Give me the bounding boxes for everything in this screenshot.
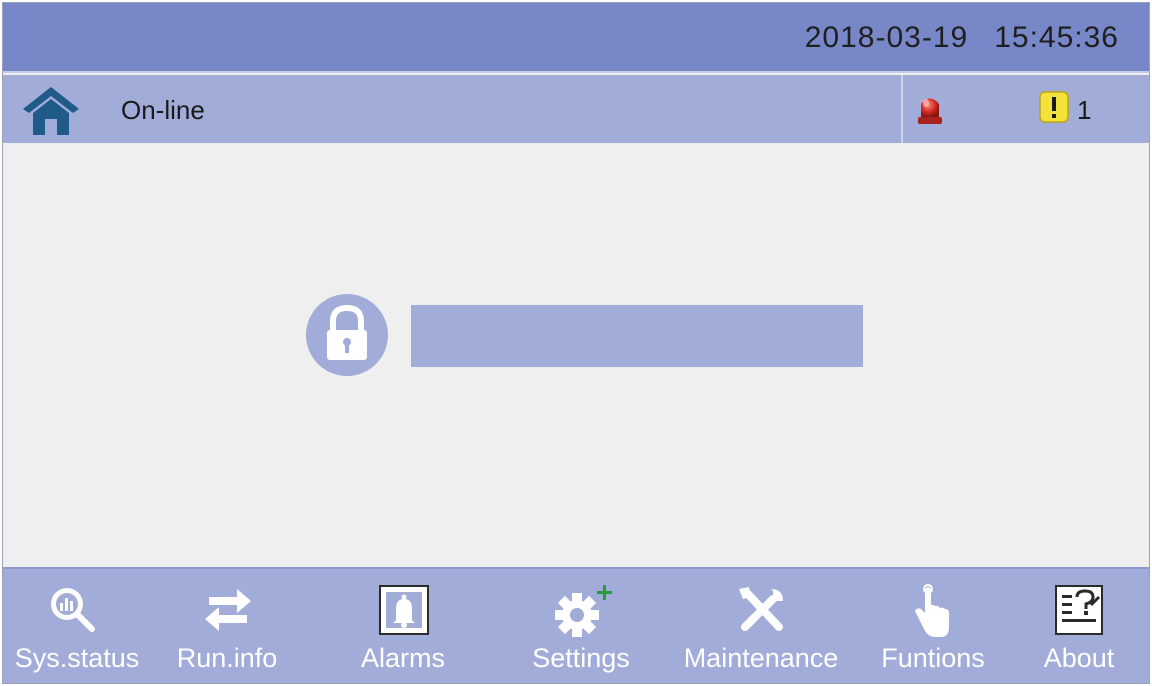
status-divider xyxy=(901,75,903,143)
time-text: 15:45:36 xyxy=(994,21,1119,54)
login-panel xyxy=(3,143,1149,567)
nav-label-about: About xyxy=(1043,643,1115,673)
ups-display: 2018-03-19 15:45:36 On-line 1 Sys.status… xyxy=(2,2,1150,684)
home-icon xyxy=(23,87,79,135)
home-button[interactable] xyxy=(19,81,83,137)
bell-icon xyxy=(379,585,429,635)
lock-icon xyxy=(305,293,389,377)
password-input[interactable] xyxy=(411,305,863,367)
gear-plus-icon xyxy=(555,585,612,637)
nav-alarms[interactable]: Alarms xyxy=(337,569,469,683)
warning-count: 1 xyxy=(1077,95,1092,125)
nav-label-settings: Settings xyxy=(532,643,630,673)
tools-icon xyxy=(739,587,783,631)
nav-functions[interactable]: Funtions xyxy=(865,569,1001,683)
warning-icon[interactable] xyxy=(1039,91,1069,123)
bottom-nav: Sys.status Run.info Alarms Settings Main… xyxy=(3,567,1149,683)
nav-run-info[interactable]: Run.info xyxy=(161,569,293,683)
nav-label-sys-status: Sys.status xyxy=(14,643,140,673)
datetime-display: 2018-03-19 15:45:36 xyxy=(805,21,1119,55)
magnifier-chart-icon xyxy=(51,588,95,632)
top-bar: 2018-03-19 15:45:36 xyxy=(3,3,1149,73)
touch-hand-icon xyxy=(915,584,949,637)
operating-mode-text: On-line xyxy=(121,95,205,125)
nav-settings[interactable]: Settings xyxy=(515,569,647,683)
nav-sys-status[interactable]: Sys.status xyxy=(11,569,143,683)
nav-label-maintenance: Maintenance xyxy=(683,643,839,673)
swap-arrows-icon xyxy=(205,589,251,631)
status-bar: On-line 1 xyxy=(3,75,1149,143)
nav-about[interactable]: About xyxy=(1023,569,1135,683)
about-doc-icon xyxy=(1055,585,1103,635)
nav-label-alarms: Alarms xyxy=(360,643,445,673)
nav-label-functions: Funtions xyxy=(881,643,985,673)
nav-maintenance[interactable]: Maintenance xyxy=(675,569,847,683)
alarm-light-icon[interactable] xyxy=(915,91,945,127)
date-text: 2018-03-19 xyxy=(804,21,969,54)
nav-label-run-info: Run.info xyxy=(176,643,278,673)
